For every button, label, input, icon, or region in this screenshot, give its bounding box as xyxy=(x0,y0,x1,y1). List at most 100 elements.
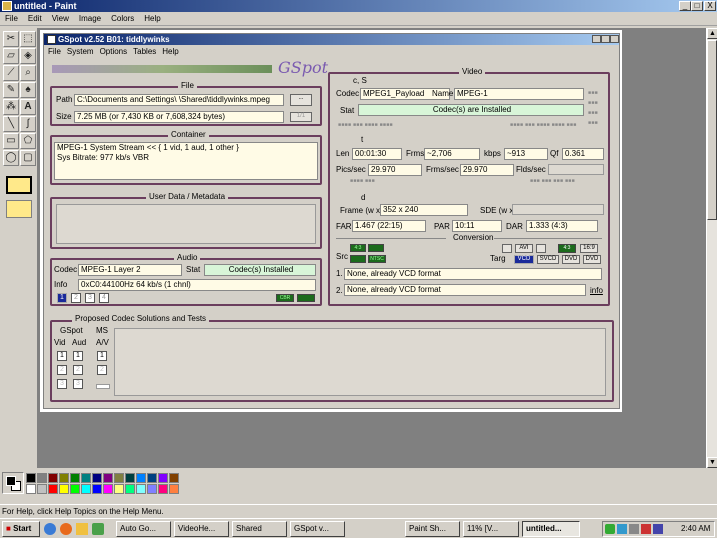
targ-svcd-button: SVCD xyxy=(537,255,559,264)
src-pal-indicator xyxy=(350,255,366,263)
fill-icon[interactable]: ◈ xyxy=(20,48,36,64)
vid-3-box: 3 xyxy=(57,379,67,389)
palette-swatch[interactable] xyxy=(48,473,58,483)
palette-swatch[interactable] xyxy=(70,484,80,494)
line-icon[interactable]: ╲ xyxy=(3,116,19,132)
quick-launch-firefox-icon[interactable] xyxy=(60,523,72,535)
palette-swatch[interactable] xyxy=(136,473,146,483)
scroll-up-icon[interactable]: ▲ xyxy=(707,28,717,39)
gspot-menu-system: System xyxy=(66,47,94,56)
palette-swatch[interactable] xyxy=(158,484,168,494)
palette-swatch[interactable] xyxy=(26,473,36,483)
menu-colors[interactable]: Colors xyxy=(106,12,139,25)
color-palette xyxy=(0,470,717,498)
gspot-menu: File System Options Tables Help xyxy=(48,47,185,58)
palette-swatch[interactable] xyxy=(70,473,80,483)
taskbar-item-gspot[interactable]: GSpot v... xyxy=(290,521,345,537)
path-label: Path xyxy=(56,95,73,104)
quick-launch-media-icon[interactable] xyxy=(92,523,104,535)
audio-stat-label: Stat xyxy=(186,265,201,274)
tray-mail-icon[interactable] xyxy=(617,524,627,534)
palette-swatch[interactable] xyxy=(136,484,146,494)
menu-bar: File Edit View Image Colors Help xyxy=(0,12,717,26)
free-select-icon[interactable]: ✂ xyxy=(3,31,19,47)
tool-box: ✂ ⬚ ▱ ◈ ⟋ ⌕ ✎ ♠ ⁂ A ╲ ∫ ▭ ⬠ ◯ ▢ xyxy=(0,28,38,468)
close-button[interactable]: X xyxy=(704,1,716,11)
palette-swatch[interactable] xyxy=(103,484,113,494)
aud-1-box: 1 xyxy=(73,351,83,361)
taskbar-item-shared[interactable]: Shared xyxy=(232,521,287,537)
taskbar-item-auto-go[interactable]: Auto Go... xyxy=(116,521,171,537)
palette-swatch[interactable] xyxy=(103,473,113,483)
brush-icon[interactable]: ♠ xyxy=(20,82,36,98)
start-button[interactable]: ■ Start xyxy=(2,521,40,537)
menu-edit[interactable]: Edit xyxy=(23,12,47,25)
palette-swatch[interactable] xyxy=(37,473,47,483)
palette-swatch[interactable] xyxy=(59,484,69,494)
polygon-icon[interactable]: ⬠ xyxy=(20,133,36,149)
minimize-button[interactable]: _ xyxy=(679,1,691,11)
vertical-scrollbar[interactable]: ▲ ▼ xyxy=(706,28,717,468)
taskbar-item-progress[interactable]: 11% [V... xyxy=(463,521,519,537)
palette-swatch[interactable] xyxy=(81,473,91,483)
current-color-box[interactable] xyxy=(2,472,24,494)
menu-image[interactable]: Image xyxy=(74,12,106,25)
tray-check-icon[interactable] xyxy=(605,524,615,534)
palette-swatch[interactable] xyxy=(48,484,58,494)
palette-swatch[interactable] xyxy=(114,473,124,483)
frms-field: ~2,706 xyxy=(424,148,480,160)
window-title-bar[interactable]: untitled - Paint xyxy=(0,0,717,12)
magnifier-icon[interactable]: ⌕ xyxy=(20,65,36,81)
tray-network-icon[interactable] xyxy=(629,524,639,534)
menu-help[interactable]: Help xyxy=(139,12,165,25)
text-icon[interactable]: A xyxy=(20,99,36,115)
conv2-field: None, already VCD format xyxy=(344,284,586,296)
video-group-title: Video xyxy=(459,68,486,76)
window-title: untitled - Paint xyxy=(14,1,77,11)
palette-swatch[interactable] xyxy=(147,484,157,494)
tray-security-icon[interactable] xyxy=(653,524,663,534)
palette-swatch[interactable] xyxy=(26,484,36,494)
gradient-bar xyxy=(52,65,272,73)
taskbar-item-paint-shop[interactable]: Paint Sh... xyxy=(405,521,460,537)
taskbar-item-videohe[interactable]: VideoHe... xyxy=(174,521,229,537)
rounded-rect-icon[interactable]: ▢ xyxy=(20,150,36,166)
picker-icon[interactable]: ⟋ xyxy=(3,65,19,81)
rectangle-icon[interactable]: ▭ xyxy=(3,133,19,149)
palette-swatch[interactable] xyxy=(125,484,135,494)
palette-swatch[interactable] xyxy=(147,473,157,483)
palette-swatch[interactable] xyxy=(169,473,179,483)
menu-view[interactable]: View xyxy=(47,12,74,25)
palette-swatch[interactable] xyxy=(114,484,124,494)
tray-clock[interactable]: 2:40 AM xyxy=(681,524,710,533)
dar-label: DAR xyxy=(506,222,523,231)
curve-icon[interactable]: ∫ xyxy=(20,116,36,132)
targ-label: Targ xyxy=(490,254,506,263)
palette-swatch[interactable] xyxy=(59,473,69,483)
palette-swatch[interactable] xyxy=(37,484,47,494)
audio-stream-2-button: 2 xyxy=(71,293,81,303)
proposed-results-area xyxy=(114,328,606,396)
palette-swatch[interactable] xyxy=(169,484,179,494)
transparent-option-icon[interactable] xyxy=(6,200,32,218)
palette-swatch[interactable] xyxy=(92,473,102,483)
quick-launch-ie-icon[interactable] xyxy=(44,523,56,535)
palette-swatch[interactable] xyxy=(92,484,102,494)
maximize-button[interactable]: □ xyxy=(691,1,703,11)
palette-swatch[interactable] xyxy=(125,473,135,483)
rect-select-icon[interactable]: ⬚ xyxy=(20,31,36,47)
opaque-option-icon[interactable] xyxy=(6,176,32,194)
scroll-down-icon[interactable]: ▼ xyxy=(707,457,717,468)
pencil-icon[interactable]: ✎ xyxy=(3,82,19,98)
quick-launch-desktop-icon[interactable] xyxy=(76,523,88,535)
palette-swatch[interactable] xyxy=(81,484,91,494)
palette-swatch[interactable] xyxy=(158,473,168,483)
eraser-icon[interactable]: ▱ xyxy=(3,48,19,64)
userdata-area xyxy=(56,204,316,244)
tray-volume-icon[interactable] xyxy=(641,524,651,534)
airbrush-icon[interactable]: ⁂ xyxy=(3,99,19,115)
menu-file[interactable]: File xyxy=(0,12,23,25)
ellipse-icon[interactable]: ◯ xyxy=(3,150,19,166)
scroll-thumb[interactable] xyxy=(707,40,717,220)
taskbar-item-untitled[interactable]: untitled... xyxy=(522,521,580,537)
